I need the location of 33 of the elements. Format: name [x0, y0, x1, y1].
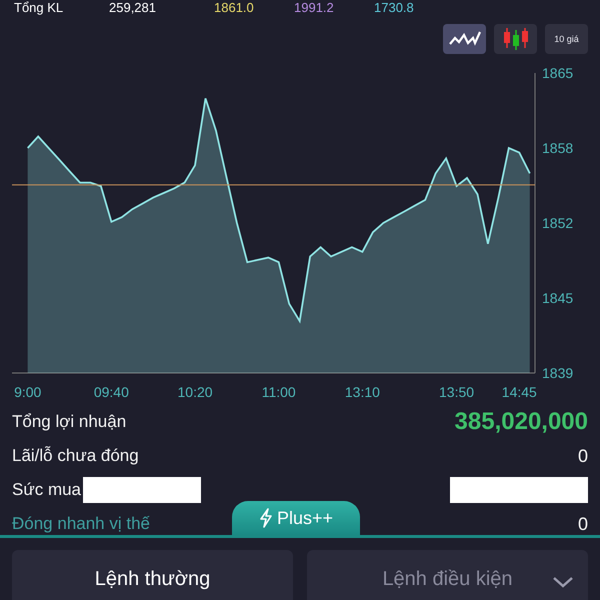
x-axis-label: 09:40 [94, 384, 129, 400]
y-axis-label: 1839 [542, 365, 574, 381]
price-levels-button[interactable]: 10 giá [545, 24, 588, 54]
x-axis-label: 13:50 [439, 384, 474, 400]
stat-label: Tổng lợi nhuận [12, 412, 126, 432]
volume-label: Tổng KL [14, 0, 64, 16]
y-axis-label: 1865 [542, 65, 574, 81]
lightning-icon [258, 508, 273, 528]
x-axis-label: 9:00 [14, 384, 42, 400]
chart-type-button[interactable] [494, 24, 537, 54]
stat-value: 0 [578, 514, 588, 534]
x-axis-label: 13:10 [344, 384, 380, 400]
stat-value: 0 [578, 446, 588, 466]
stat-label: Sức mua [12, 480, 82, 500]
y-axis-label: 1845 [542, 290, 574, 306]
stat-label: Lãi/lỗ chưa đóng [12, 446, 139, 466]
stat-value: 385,020,000 [454, 408, 588, 436]
x-axis-label: 11:00 [262, 384, 296, 400]
order-type-tab[interactable]: Lệnh điều kiện [307, 550, 588, 600]
plus-tab[interactable]: Plus++ [232, 501, 360, 535]
y-axis-label: 1858 [542, 140, 574, 156]
price-value: 1861.0 [214, 0, 255, 16]
order-type-tab[interactable]: Lệnh thường [12, 550, 293, 600]
chevron-down-icon [552, 576, 574, 588]
chart-type-button[interactable] [443, 24, 486, 54]
close-positions-link[interactable]: Đóng nhanh vị thế [12, 514, 150, 534]
price-value: 1991.2 [294, 0, 335, 16]
price-value: 1730.8 [374, 0, 415, 16]
x-axis-label: 10:20 [178, 384, 213, 400]
x-axis-label: 14:45 [502, 384, 537, 400]
y-axis-label: 1852 [542, 215, 574, 231]
volume-value: 259,281 [109, 0, 157, 16]
line-chart-icon [448, 30, 480, 48]
